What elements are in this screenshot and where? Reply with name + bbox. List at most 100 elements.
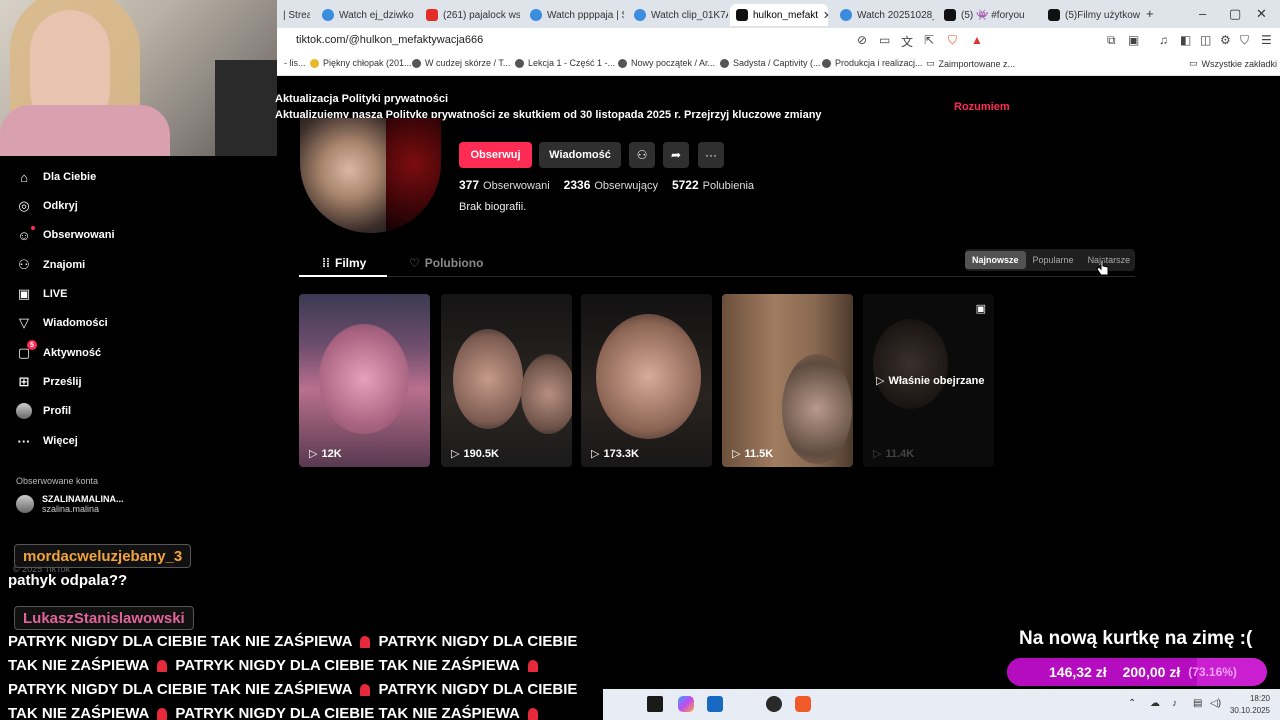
sidebar-item-following[interactable]: ☺ Obserwowani — [16, 224, 115, 246]
file-explorer-icon[interactable] — [647, 696, 663, 712]
sidebar-item-friends[interactable]: ⚇ Znajomi — [16, 254, 85, 276]
photo-icon: ▣ — [975, 303, 986, 315]
grid-icon: ⁞⁞ — [322, 256, 330, 270]
stat-following[interactable]: 377 Obserwowani — [459, 178, 550, 192]
privacy-accept-button[interactable]: Rozumiem — [954, 101, 1010, 113]
brave-browser-icon[interactable] — [795, 696, 811, 712]
browser-tab[interactable]: (5)Filmy użytkowni — [1042, 4, 1140, 26]
url-text[interactable]: tiktok.com/@hulkon_mefaktywacja666 — [296, 34, 483, 46]
bookmark[interactable]: Sadysta / Captivity (... — [720, 58, 821, 68]
system-clock[interactable]: 18:20 30.10.2025 — [1230, 693, 1270, 717]
sidebar-item-upload[interactable]: ⊞ Prześlij — [16, 371, 82, 393]
extensions-icon[interactable]: ⧉ — [1107, 33, 1116, 48]
heart-icon: ♡ — [409, 256, 420, 270]
sidebar-item-live[interactable]: ▣ LIVE — [16, 283, 68, 305]
sidebar-item-messages[interactable]: ▽ Wiadomości — [16, 312, 108, 334]
translate-icon[interactable]: 文 — [901, 33, 913, 50]
webcam-overlay — [0, 0, 277, 156]
compass-icon: ◎ — [18, 198, 30, 213]
all-bookmarks[interactable]: ▭ Wszystkie zakładki — [1189, 58, 1277, 69]
view-count: ▷ 173.3K — [591, 447, 639, 461]
play-icon: ▷ — [591, 448, 600, 460]
bookmark[interactable]: Lekcja 1 - Część 1 -... — [515, 58, 615, 68]
bookmark-favicon-icon — [310, 58, 319, 68]
folder-icon: ▭ — [1189, 58, 1198, 68]
rewards-icon[interactable]: ▲ — [971, 33, 983, 47]
stat-followers[interactable]: 2336 Obserwujący — [564, 178, 658, 192]
sort-newest[interactable]: Najnowsze — [965, 251, 1026, 269]
brave-shield-icon[interactable]: ⛉ — [948, 33, 957, 48]
just-watched-label: ▷ Właśnie obejrzane — [876, 374, 985, 388]
sidebar-toggle-icon[interactable]: ◧ — [1180, 33, 1191, 47]
browser-tab[interactable]: (261) pajalock wsp — [420, 4, 520, 26]
video-thumbnail[interactable]: ▷ 12K — [299, 294, 430, 467]
bookmark[interactable]: - lis... — [284, 58, 306, 68]
obs-icon[interactable] — [766, 696, 782, 712]
bookmark-favicon-icon — [412, 58, 421, 68]
sidebar-item-explore[interactable]: ◎ Odkryj — [16, 195, 78, 217]
leo-icon[interactable]: ◫ — [1200, 33, 1211, 47]
tab-videos[interactable]: ⁞⁞ Filmy — [322, 256, 366, 270]
bookmark-favicon-icon — [822, 58, 831, 68]
browser-tab[interactable]: | Strea — [277, 4, 310, 26]
bookmark[interactable]: W cudzej skórze / T... — [412, 58, 510, 68]
close-window-icon[interactable]: ✕ — [1256, 6, 1267, 22]
browser-tab-active[interactable]: hulkon_mefakt ✕ — [730, 4, 828, 26]
bookmark[interactable]: Piękny chłopak (201... — [310, 58, 412, 68]
tab-liked[interactable]: ♡ Polubiono — [409, 256, 483, 270]
volume-icon[interactable]: ◁) — [1210, 698, 1221, 709]
browser-tab[interactable]: Watch ej_dziwko | S — [316, 4, 414, 26]
maximize-icon[interactable]: ▢ — [1229, 6, 1241, 22]
no-tracking-icon[interactable]: ⊘ — [857, 33, 867, 47]
follow-button[interactable]: Obserwuj — [459, 142, 532, 168]
donation-goal-bar: 146,32 zł 200,00 zł (73.16%) — [1007, 658, 1267, 686]
store-icon[interactable] — [707, 696, 723, 712]
bookmark[interactable]: Nowy początek / Ar... — [618, 58, 715, 68]
add-friend-icon[interactable]: ⚇ — [629, 142, 655, 168]
avatar — [16, 495, 34, 513]
menu-icon[interactable]: ☰ — [1261, 33, 1272, 47]
sidebar-item-activity[interactable]: ▢ 5 Aktywność — [16, 340, 101, 364]
profile-avatar — [300, 118, 441, 233]
video-thumbnail[interactable]: ▷ 190.5K — [441, 294, 572, 467]
chevron-up-icon[interactable]: ⌃ — [1128, 698, 1136, 709]
video-thumbnail[interactable]: ▣ ▷ Właśnie obejrzane ▷ 11.4K — [863, 294, 994, 467]
followed-account[interactable]: SZALINAMALINA... szalina.malina — [16, 494, 124, 514]
bookmark[interactable]: Produkcja i realizacj... — [822, 58, 923, 68]
browser-tab[interactable]: Watch clip_01K7A6 — [628, 4, 728, 26]
wallet-icon[interactable]: ▣ — [1128, 33, 1139, 47]
browser-tab[interactable]: Watch ppppaja | Str — [524, 4, 624, 26]
donation-goal-title: Na nową kurtkę na zimę :( — [1019, 628, 1253, 649]
sidebar-item-for-you[interactable]: ⌂ Dla Ciebie — [16, 166, 96, 188]
activity-badge: 5 — [27, 340, 37, 350]
music-icon[interactable]: ♫ — [1159, 33, 1168, 47]
cloud-icon[interactable]: ☁ — [1150, 698, 1160, 709]
goal-target: 200,00 zł — [1122, 664, 1181, 680]
siren-icon — [360, 684, 371, 697]
chat-message: TAK NIE ZAŚPIEWA PATRYK NIGDY DLA CIEBIE … — [8, 657, 546, 674]
share-icon[interactable]: ⇱ — [924, 33, 934, 47]
network-icon[interactable]: ▤ — [1193, 698, 1202, 709]
tab-favicon-icon — [530, 9, 542, 21]
close-tab-icon[interactable]: ✕ — [823, 9, 828, 22]
sidebar-item-more[interactable]: ··· Więcej — [16, 430, 78, 452]
browser-tab[interactable]: (5) 👾 #foryou — [938, 4, 1038, 26]
message-button[interactable]: Wiadomość — [539, 142, 621, 168]
browser-tab[interactable]: Watch 20251028_1 — [834, 4, 934, 26]
share-icon[interactable]: ➦ — [663, 142, 689, 168]
bookmark-folder[interactable]: ▭ Zaimportowane z... — [926, 58, 1015, 69]
sort-popular[interactable]: Popularne — [1026, 251, 1081, 269]
vpn-icon[interactable]: ⚙ — [1220, 33, 1231, 47]
copilot-icon[interactable] — [678, 696, 694, 712]
minimize-icon[interactable]: – — [1199, 6, 1206, 21]
sidebar-item-profile[interactable]: Profil — [16, 400, 71, 422]
windows-taskbar: ⌃ ☁ ♪ ▤ ◁) 18:20 30.10.2025 — [603, 689, 1280, 720]
more-options-icon[interactable]: ··· — [698, 142, 724, 168]
security-icon[interactable]: ⛉ — [1240, 33, 1249, 48]
video-thumbnail[interactable]: ▷ 11.5K — [722, 294, 853, 467]
video-thumbnail[interactable]: ▷ 173.3K — [581, 294, 712, 467]
new-tab-icon[interactable]: + — [1146, 6, 1154, 21]
microphone-icon[interactable]: ♪ — [1172, 698, 1177, 709]
screen-icon[interactable]: ▭ — [879, 33, 890, 47]
stat-likes: 5722 Polubienia — [671, 178, 755, 192]
